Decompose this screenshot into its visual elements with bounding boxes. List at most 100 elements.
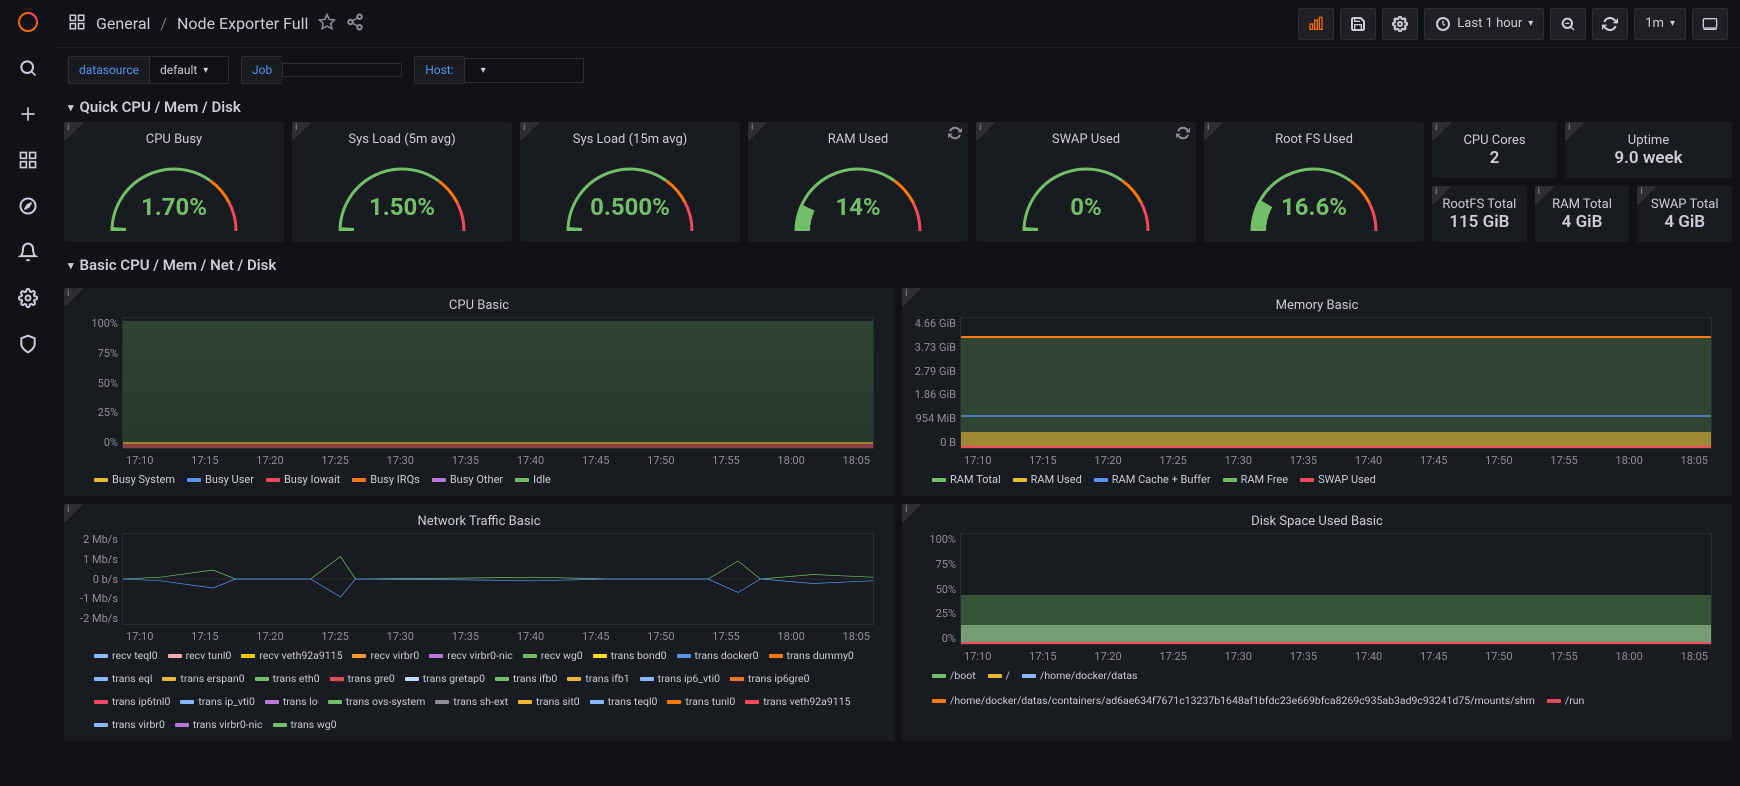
var-host-value[interactable]: ▾	[464, 58, 584, 83]
config-icon[interactable]	[16, 286, 40, 310]
legend-item[interactable]: recv tunl0	[168, 649, 232, 662]
gauge-panel-sys-load-15m-avg-[interactable]: i Sys Load (15m avg) 0.500%	[520, 122, 740, 242]
save-button[interactable]	[1340, 8, 1376, 40]
stat-ram-total[interactable]: i RAM Total 4 GiB	[1535, 186, 1630, 242]
legend-item[interactable]: trans tunl0	[667, 695, 735, 708]
alerting-icon[interactable]	[16, 240, 40, 264]
legend-item[interactable]: recv wg0	[523, 649, 583, 662]
legend-item[interactable]: trans bond0	[593, 649, 667, 662]
legend-item[interactable]: trans ip_vti0	[180, 695, 254, 708]
search-icon[interactable]	[16, 56, 40, 80]
breadcrumb-page[interactable]: Node Exporter Full	[177, 14, 308, 33]
panel-cpu-basic[interactable]: i CPU Basic 100%75%50%25%0% 17:1017:1517…	[64, 288, 894, 496]
var-host[interactable]: Host: ▾	[414, 56, 583, 84]
panel-menu-icon[interactable]: i	[520, 122, 542, 140]
gauge-panel-root-fs-used[interactable]: i Root FS Used 16.6%	[1204, 122, 1424, 242]
panel-menu-icon[interactable]: i	[902, 288, 924, 306]
legend-item[interactable]: Busy Other	[432, 473, 503, 486]
legend-item[interactable]: trans virbr0	[94, 718, 165, 731]
panel-memory-basic[interactable]: i Memory Basic 4.66 GiB3.73 GiB2.79 GiB1…	[902, 288, 1732, 496]
legend-item[interactable]: recv veth92a9115	[241, 649, 342, 662]
legend-item[interactable]: Busy System	[94, 473, 175, 486]
legend-item[interactable]: trans eth0	[255, 672, 320, 685]
stat-rootfs-total[interactable]: i RootFS Total 115 GiB	[1432, 186, 1527, 242]
panel-network-traffic-basic[interactable]: i Network Traffic Basic 2 Mb/s1 Mb/s0 b/…	[64, 504, 894, 741]
legend-item[interactable]: trans ip6tnl0	[94, 695, 170, 708]
panel-menu-icon[interactable]: i	[748, 122, 770, 140]
row-header-quick[interactable]: ▾ Quick CPU / Mem / Disk	[56, 92, 1740, 122]
legend-item[interactable]: /home/docker/datas/containers/ad6ae634f7…	[932, 694, 1535, 707]
legend-item[interactable]: /run	[1547, 694, 1584, 707]
legend-item[interactable]: trans teql0	[590, 695, 658, 708]
legend-item[interactable]: RAM Used	[1013, 473, 1082, 486]
refresh-interval-picker[interactable]: 1m ▾	[1634, 8, 1686, 40]
panel-menu-icon[interactable]: i	[64, 122, 86, 140]
star-icon[interactable]	[318, 13, 336, 35]
legend-item[interactable]: trans ip6_vti0	[640, 672, 720, 685]
legend-item[interactable]: trans virbr0-nic	[175, 718, 263, 731]
legend-item[interactable]: trans gre0	[330, 672, 395, 685]
var-job-value[interactable]	[282, 63, 402, 77]
legend-item[interactable]: trans ifb1	[567, 672, 629, 685]
legend-item[interactable]: /home/docker/datas	[1022, 669, 1138, 682]
dashboards-icon[interactable]	[16, 148, 40, 172]
refresh-icon[interactable]	[1176, 126, 1190, 143]
panel-menu-icon[interactable]: i	[292, 122, 314, 140]
panel-menu-icon[interactable]: i	[1432, 186, 1454, 204]
panel-disk-space-used-basic[interactable]: i Disk Space Used Basic 100%75%50%25%0% …	[902, 504, 1732, 741]
panel-menu-icon[interactable]: i	[976, 122, 998, 140]
var-datasource-value[interactable]: default▾	[149, 56, 229, 84]
gauge-panel-ram-used[interactable]: i RAM Used 14%	[748, 122, 968, 242]
row-header-basic[interactable]: ▾ Basic CPU / Mem / Net / Disk	[56, 250, 1740, 280]
panel-menu-icon[interactable]: i	[1535, 186, 1557, 204]
time-range-picker[interactable]: Last 1 hour ▾	[1424, 8, 1544, 40]
legend-item[interactable]: trans eql	[94, 672, 152, 685]
panel-menu-icon[interactable]: i	[1637, 186, 1659, 204]
gauge-panel-swap-used[interactable]: i SWAP Used 0%	[976, 122, 1196, 242]
gauge-panel-sys-load-5m-avg-[interactable]: i Sys Load (5m avg) 1.50%	[292, 122, 512, 242]
legend-item[interactable]: trans docker0	[677, 649, 759, 662]
explore-icon[interactable]	[16, 194, 40, 218]
refresh-icon[interactable]	[948, 126, 962, 143]
panel-menu-icon[interactable]: i	[902, 504, 924, 522]
legend-item[interactable]: Busy IRQs	[352, 473, 420, 486]
legend-item[interactable]: recv virbr0-nic	[429, 649, 513, 662]
refresh-button[interactable]	[1592, 8, 1628, 40]
plus-icon[interactable]	[16, 102, 40, 126]
breadcrumb-root[interactable]: General	[96, 14, 150, 33]
legend-item[interactable]: trans dummy0	[769, 649, 854, 662]
panel-menu-icon[interactable]: i	[1565, 122, 1587, 140]
view-mode-button[interactable]	[1692, 8, 1728, 40]
legend-item[interactable]: trans wg0	[273, 718, 337, 731]
stat-uptime[interactable]: i Uptime 9.0 week	[1565, 122, 1732, 178]
legend-item[interactable]: trans gretap0	[405, 672, 485, 685]
legend-item[interactable]: trans ip6gre0	[730, 672, 810, 685]
legend-item[interactable]: recv virbr0	[352, 649, 419, 662]
panel-menu-icon[interactable]: i	[1432, 122, 1454, 140]
legend-item[interactable]: Busy User	[187, 473, 254, 486]
legend-item[interactable]: trans lo	[265, 695, 318, 708]
legend-item[interactable]: trans ifb0	[495, 672, 557, 685]
var-datasource[interactable]: datasource default▾	[68, 56, 229, 84]
add-panel-button[interactable]	[1298, 8, 1334, 40]
legend-item[interactable]: trans erspan0	[162, 672, 244, 685]
settings-button[interactable]	[1382, 8, 1418, 40]
legend-item[interactable]: trans ovs-system	[328, 695, 426, 708]
var-job[interactable]: Job	[241, 56, 402, 84]
legend-item[interactable]: trans veth92a9115	[745, 695, 850, 708]
stat-swap-total[interactable]: i SWAP Total 4 GiB	[1637, 186, 1732, 242]
panel-menu-icon[interactable]: i	[1204, 122, 1226, 140]
grafana-logo-icon[interactable]	[16, 10, 40, 34]
legend-item[interactable]: Busy Iowait	[266, 473, 340, 486]
panel-grid-icon[interactable]	[68, 13, 86, 35]
zoom-out-button[interactable]	[1550, 8, 1586, 40]
legend-item[interactable]: SWAP Used	[1300, 473, 1376, 486]
legend-item[interactable]: RAM Cache + Buffer	[1094, 473, 1211, 486]
panel-menu-icon[interactable]: i	[64, 288, 86, 306]
panel-menu-icon[interactable]: i	[64, 504, 86, 522]
gauge-panel-cpu-busy[interactable]: i CPU Busy 1.70%	[64, 122, 284, 242]
legend-item[interactable]: recv teql0	[94, 649, 158, 662]
admin-icon[interactable]	[16, 332, 40, 356]
legend-item[interactable]: RAM Free	[1223, 473, 1289, 486]
legend-item[interactable]: Idle	[515, 473, 551, 486]
